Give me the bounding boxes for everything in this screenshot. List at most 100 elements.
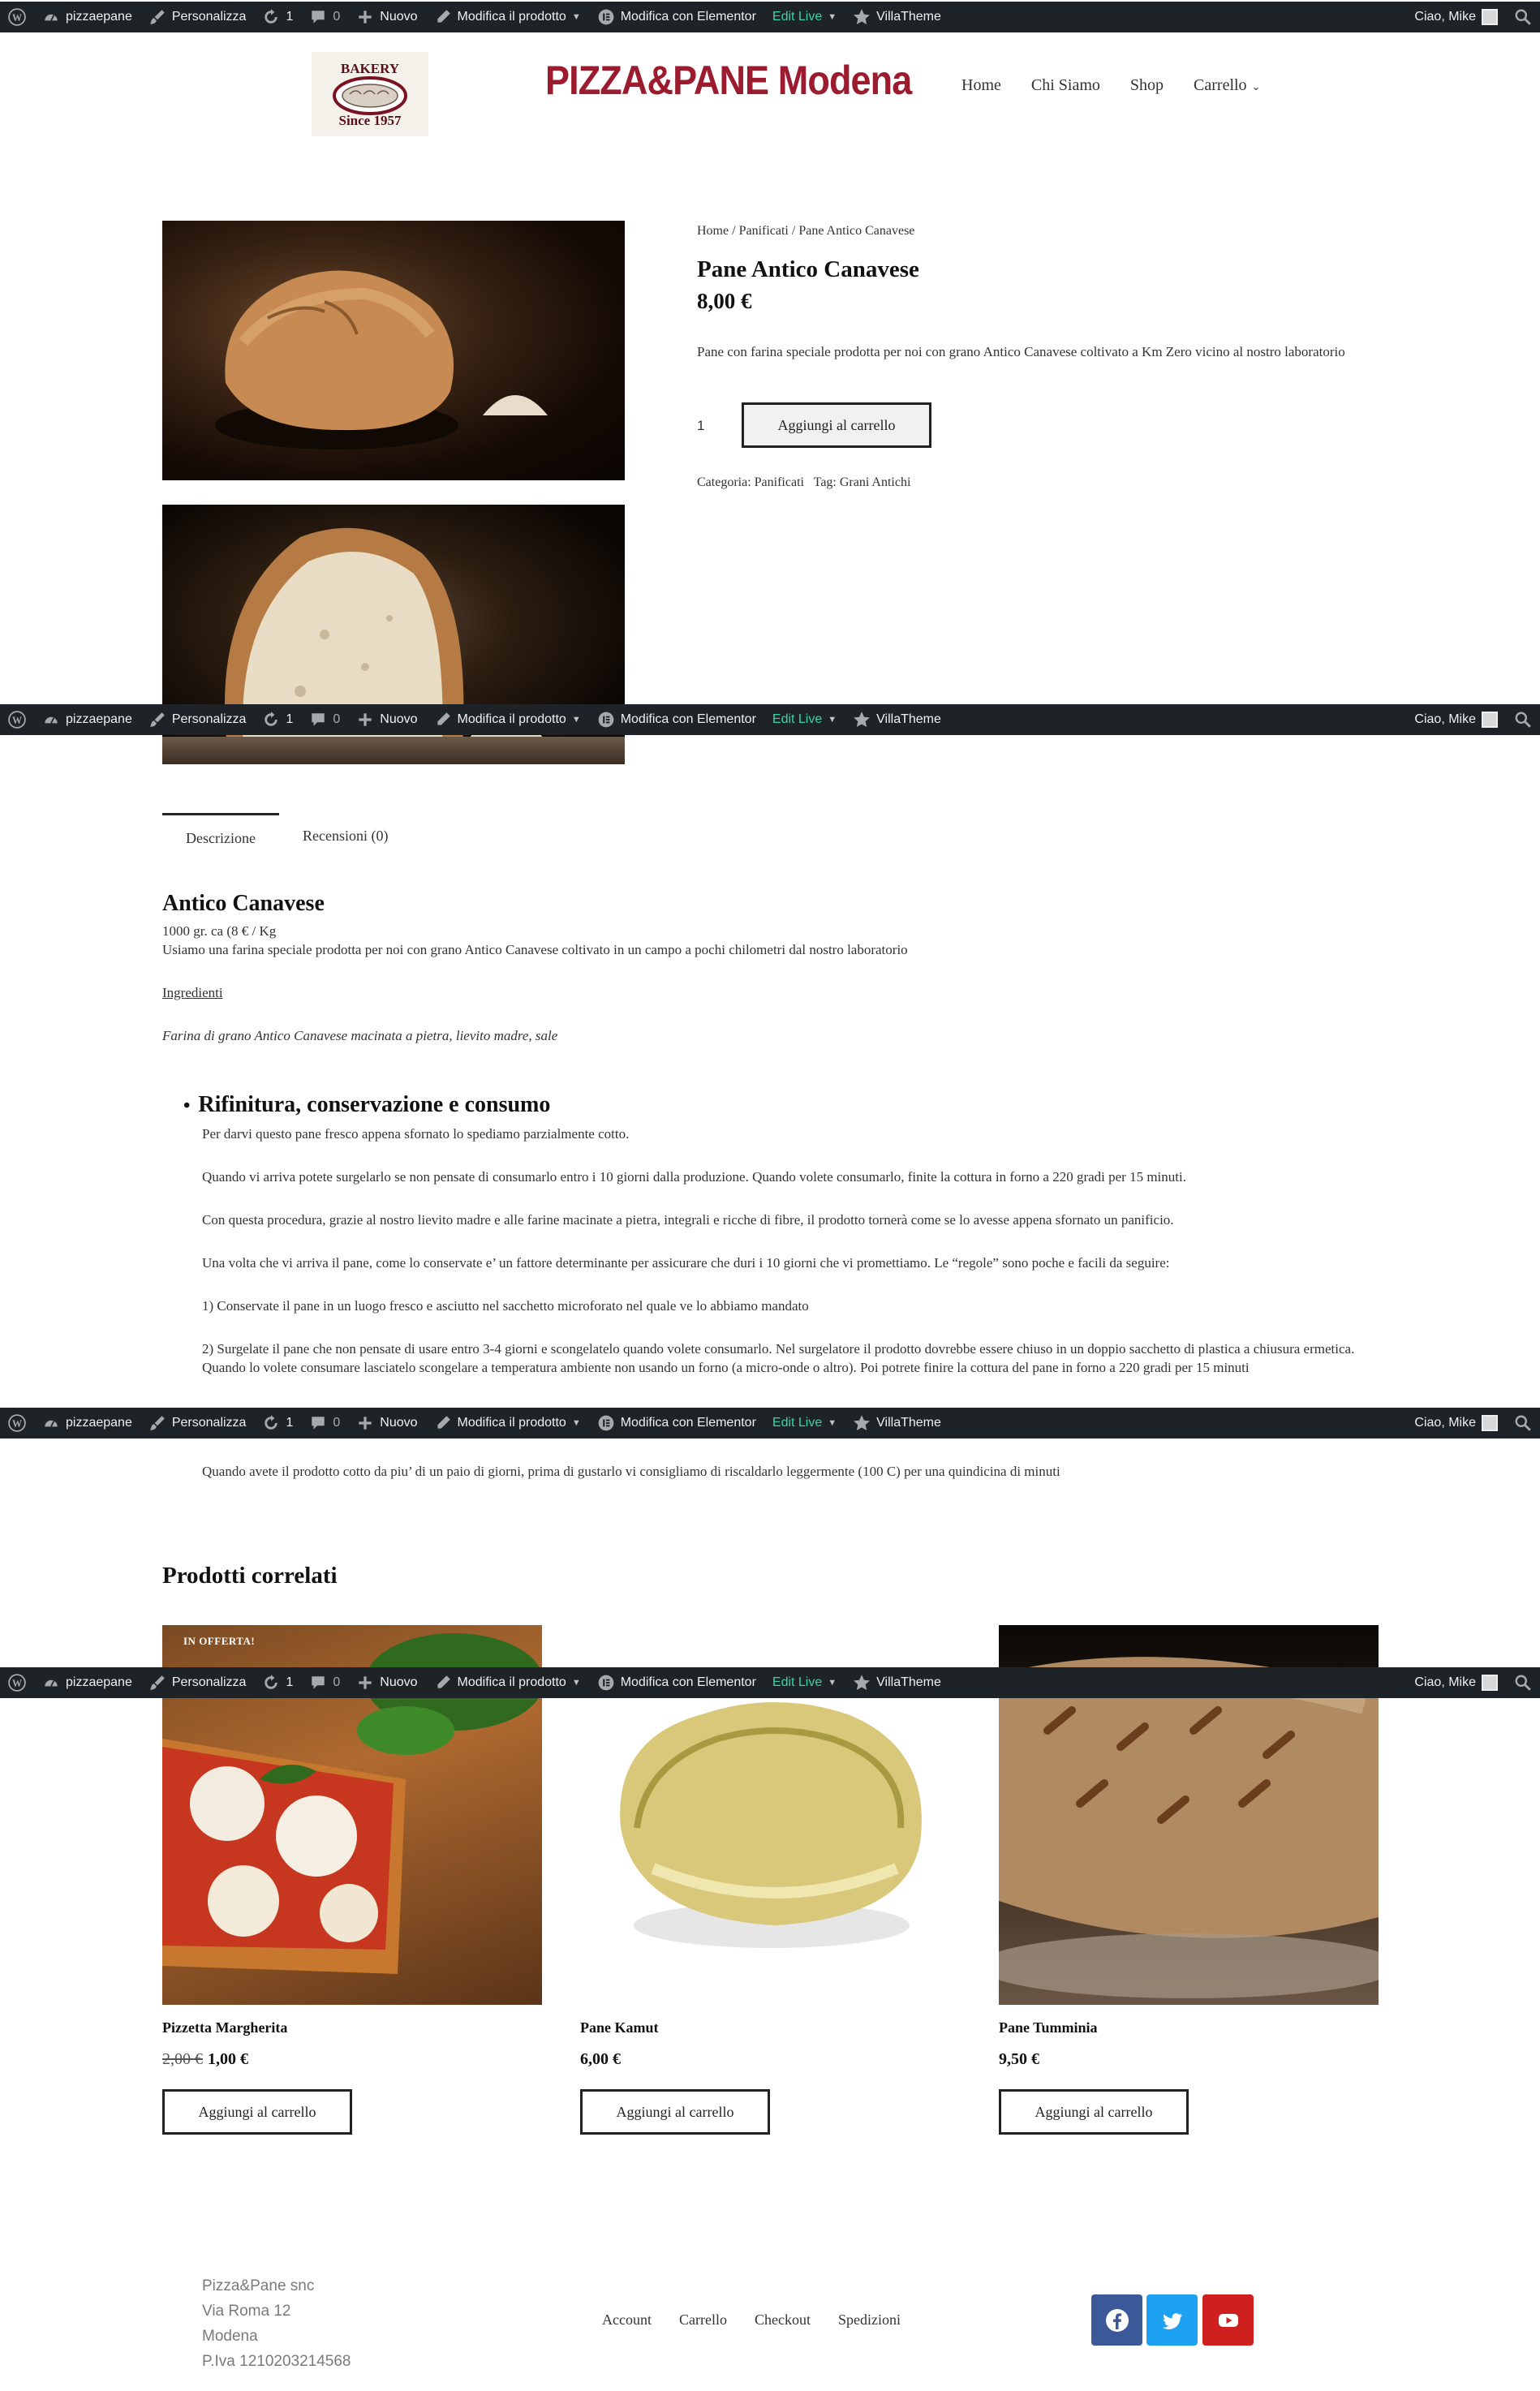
my-account-menu[interactable]: Ciao, Mike bbox=[1406, 704, 1506, 735]
add-to-cart-button[interactable]: Aggiungi al carrello bbox=[580, 2089, 770, 2135]
chevron-down-icon: ▼ bbox=[828, 12, 837, 22]
villatheme-menu[interactable]: VillaTheme bbox=[845, 704, 949, 735]
tag-link[interactable]: Grani Antichi bbox=[840, 475, 911, 489]
villatheme-menu[interactable]: VillaTheme bbox=[845, 1408, 949, 1438]
comments-menu[interactable]: 0 bbox=[301, 2, 348, 32]
comments-menu[interactable]: 0 bbox=[301, 704, 348, 735]
site-name-menu[interactable]: pizzaepane bbox=[34, 704, 140, 735]
product-name[interactable]: Pizzetta Margherita bbox=[162, 2019, 542, 2039]
edit-live-label: Edit Live bbox=[772, 1675, 823, 1689]
greeting-label: Ciao, Mike bbox=[1414, 10, 1476, 24]
ingredients-link[interactable]: Ingredienti bbox=[162, 985, 223, 1001]
elementor-edit-menu[interactable]: Modifica con Elementor bbox=[589, 704, 764, 735]
footer-link-cart[interactable]: Carrello bbox=[679, 2311, 727, 2329]
nav-home[interactable]: Home bbox=[961, 76, 1001, 95]
edit-live-menu[interactable]: Edit Live ▼ bbox=[764, 704, 845, 735]
updates-count: 1 bbox=[286, 1416, 294, 1430]
tab-reviews[interactable]: Recensioni (0) bbox=[279, 813, 411, 862]
customize-menu[interactable]: Personalizza bbox=[140, 704, 255, 735]
villatheme-menu[interactable]: VillaTheme bbox=[845, 2, 949, 32]
bread-loaf-image bbox=[215, 270, 548, 449]
breadcrumb: Home / Panificati / Pane Antico Canavese bbox=[697, 224, 914, 239]
site-name-menu[interactable]: pizzaepane bbox=[34, 2, 140, 32]
add-to-cart-button[interactable]: Aggiungi al carrello bbox=[162, 2089, 352, 2135]
price: 9,50 € bbox=[999, 2050, 1039, 2068]
breadcrumb-home[interactable]: Home bbox=[697, 224, 729, 238]
my-account-menu[interactable]: Ciao, Mike bbox=[1406, 1408, 1506, 1438]
footer-link-shipping[interactable]: Spedizioni bbox=[838, 2311, 901, 2329]
wordpress-logo-menu[interactable]: W bbox=[0, 2, 34, 32]
wordpress-logo-menu[interactable]: W bbox=[0, 1408, 34, 1438]
breadcrumb-category[interactable]: Panificati bbox=[739, 224, 789, 238]
edit-live-menu[interactable]: Edit Live ▼ bbox=[764, 1667, 845, 1698]
quantity-input[interactable] bbox=[697, 404, 746, 448]
elementor-edit-menu[interactable]: Modifica con Elementor bbox=[589, 1667, 764, 1698]
add-to-cart-button[interactable]: Aggiungi al carrello bbox=[742, 402, 931, 448]
edit-product-menu[interactable]: Modifica il prodotto ▼ bbox=[426, 1667, 589, 1698]
footer-link-checkout[interactable]: Checkout bbox=[755, 2311, 811, 2329]
elementor-edit-menu[interactable]: Modifica con Elementor bbox=[589, 1408, 764, 1438]
avatar bbox=[1482, 712, 1498, 728]
edit-product-menu[interactable]: Modifica il prodotto ▼ bbox=[426, 1408, 589, 1438]
customize-label: Personalizza bbox=[171, 712, 247, 726]
my-account-menu[interactable]: Ciao, Mike bbox=[1406, 1667, 1506, 1698]
tab-description[interactable]: Descrizione bbox=[162, 813, 279, 862]
new-content-menu[interactable]: Nuovo bbox=[348, 2, 425, 32]
product-name[interactable]: Pane Kamut bbox=[580, 2019, 960, 2039]
admin-search[interactable] bbox=[1506, 1667, 1540, 1698]
nav-shop[interactable]: Shop bbox=[1130, 76, 1164, 95]
edit-live-menu[interactable]: Edit Live ▼ bbox=[764, 2, 845, 32]
admin-search[interactable] bbox=[1506, 2, 1540, 32]
wordpress-logo-menu[interactable]: W bbox=[0, 704, 34, 735]
elementor-edit-label: Modifica con Elementor bbox=[620, 1675, 756, 1689]
my-account-menu[interactable]: Ciao, Mike bbox=[1406, 2, 1506, 32]
new-content-menu[interactable]: Nuovo bbox=[348, 1667, 425, 1698]
paragraph: Una volta che vi arriva il pane, come lo… bbox=[202, 1255, 1170, 1271]
customize-menu[interactable]: Personalizza bbox=[140, 2, 255, 32]
edit-product-menu[interactable]: Modifica il prodotto ▼ bbox=[426, 704, 589, 735]
elementor-edit-menu[interactable]: Modifica con Elementor bbox=[589, 2, 764, 32]
nav-cart[interactable]: Carrello ⌄ bbox=[1194, 76, 1260, 95]
customize-menu[interactable]: Personalizza bbox=[140, 1667, 255, 1698]
edit-live-menu[interactable]: Edit Live ▼ bbox=[764, 1408, 845, 1438]
product-name[interactable]: Pane Tumminia bbox=[999, 2019, 1379, 2039]
customize-menu[interactable]: Personalizza bbox=[140, 1408, 255, 1438]
updates-menu[interactable]: 1 bbox=[254, 2, 301, 32]
product-image-3[interactable] bbox=[162, 737, 625, 764]
product-meta: Categoria: Panificati Tag: Grani Antichi bbox=[697, 475, 910, 490]
product-price: 2,00 € 1,00 € bbox=[162, 2050, 542, 2071]
new-content-menu[interactable]: Nuovo bbox=[348, 1408, 425, 1438]
site-name-label: pizzaepane bbox=[66, 10, 132, 24]
updates-count: 1 bbox=[286, 712, 294, 726]
new-content-menu[interactable]: Nuovo bbox=[348, 704, 425, 735]
site-title[interactable]: PIZZA&PANE Modena bbox=[545, 57, 912, 104]
admin-search[interactable] bbox=[1506, 704, 1540, 735]
comments-menu[interactable]: 0 bbox=[301, 1667, 348, 1698]
nav-about[interactable]: Chi Siamo bbox=[1031, 76, 1100, 95]
comments-menu[interactable]: 0 bbox=[301, 1408, 348, 1438]
breadcrumb-sep: / bbox=[732, 224, 736, 238]
admin-search[interactable] bbox=[1506, 1408, 1540, 1438]
villatheme-menu[interactable]: VillaTheme bbox=[845, 1667, 949, 1698]
updates-menu[interactable]: 1 bbox=[254, 1667, 301, 1698]
updates-menu[interactable]: 1 bbox=[254, 704, 301, 735]
sale-price: 1,00 € bbox=[208, 2050, 248, 2068]
edit-live-label: Edit Live bbox=[772, 1416, 823, 1430]
add-to-cart-button[interactable]: Aggiungi al carrello bbox=[999, 2089, 1189, 2135]
avatar bbox=[1482, 1415, 1498, 1431]
product-image-main[interactable] bbox=[162, 221, 625, 480]
svg-text:W: W bbox=[12, 1678, 22, 1689]
category-link[interactable]: Panificati bbox=[755, 475, 804, 489]
youtube-button[interactable] bbox=[1202, 2294, 1254, 2346]
twitter-button[interactable] bbox=[1146, 2294, 1198, 2346]
updates-menu[interactable]: 1 bbox=[254, 1408, 301, 1438]
footer-link-account[interactable]: Account bbox=[602, 2311, 652, 2329]
edit-product-menu[interactable]: Modifica il prodotto ▼ bbox=[426, 2, 589, 32]
logo-text: BAKERY Since 1957 bbox=[339, 61, 402, 128]
chevron-down-icon: ▼ bbox=[571, 715, 581, 725]
site-name-menu[interactable]: pizzaepane bbox=[34, 1667, 140, 1698]
facebook-button[interactable] bbox=[1091, 2294, 1142, 2346]
site-name-menu[interactable]: pizzaepane bbox=[34, 1408, 140, 1438]
wordpress-logo-menu[interactable]: W bbox=[0, 1667, 34, 1698]
section-heading: Rifinitura, conservazione e consumo bbox=[183, 1092, 550, 1118]
